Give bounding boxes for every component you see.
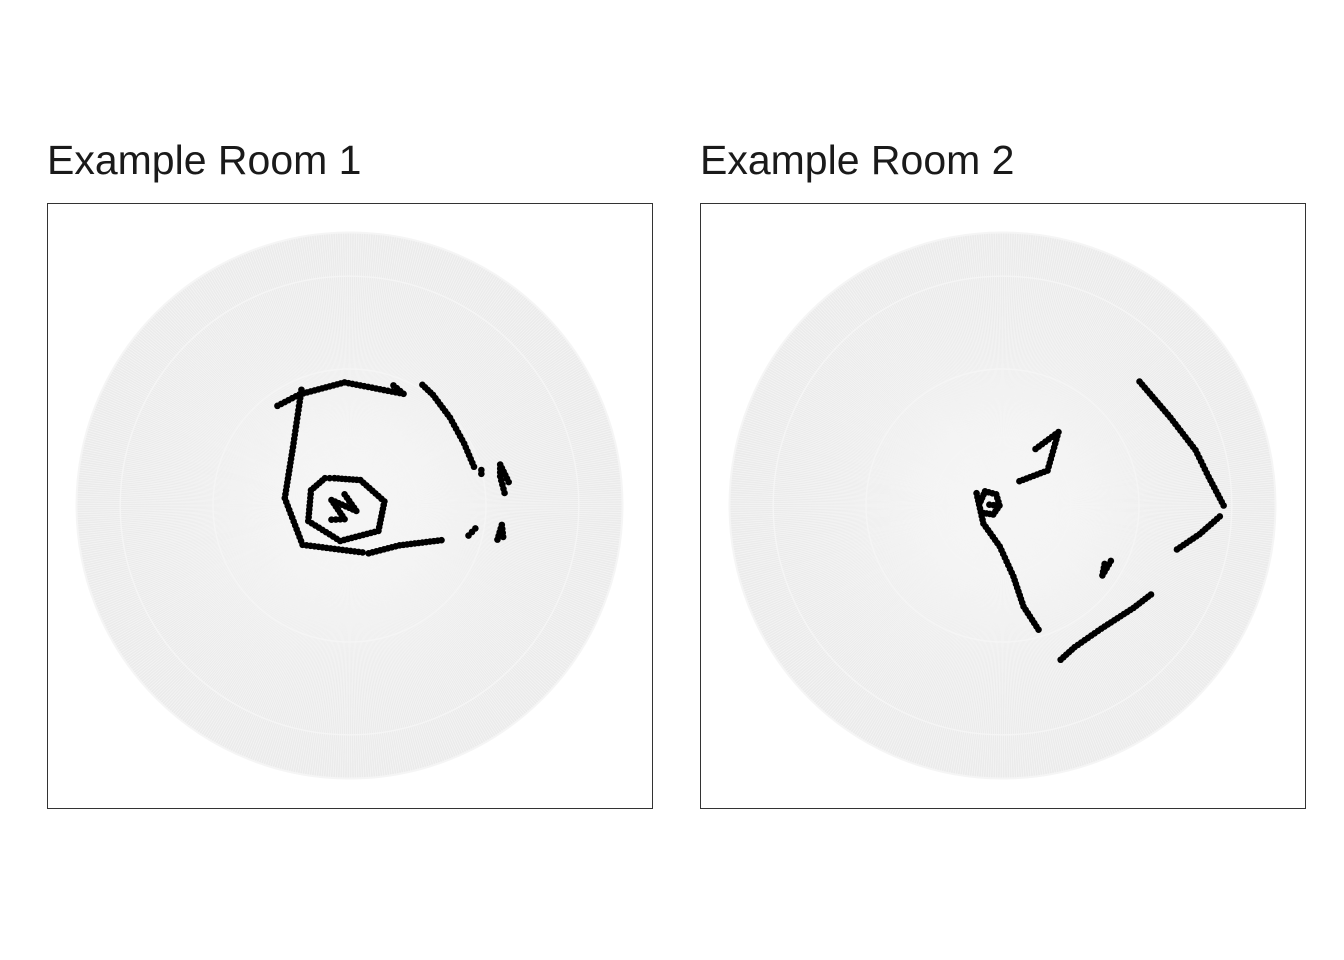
data-point [505, 478, 512, 486]
data-point [979, 509, 987, 517]
data-point [470, 463, 478, 471]
data-point [390, 382, 397, 389]
data-point [1173, 546, 1181, 553]
polar-plot-2 [728, 231, 1277, 780]
data-point [1035, 626, 1042, 634]
plot-frame-2 [700, 203, 1306, 809]
data-point [1107, 557, 1115, 565]
data-point [331, 474, 338, 482]
data-point [1057, 656, 1064, 664]
panel-title-1: Example Room 1 [47, 137, 362, 183]
data-point [472, 525, 479, 532]
data-point [1220, 502, 1227, 509]
data-point [438, 536, 445, 544]
polar-plot-1 [75, 231, 624, 780]
panel-title-2: Example Room 2 [700, 137, 1015, 183]
data-point [359, 549, 366, 556]
data-point [494, 536, 501, 543]
data-point [990, 501, 997, 509]
data-point [341, 491, 348, 498]
data-point [1032, 445, 1039, 453]
data-point [478, 470, 485, 478]
plot-frame-1 [47, 203, 653, 809]
